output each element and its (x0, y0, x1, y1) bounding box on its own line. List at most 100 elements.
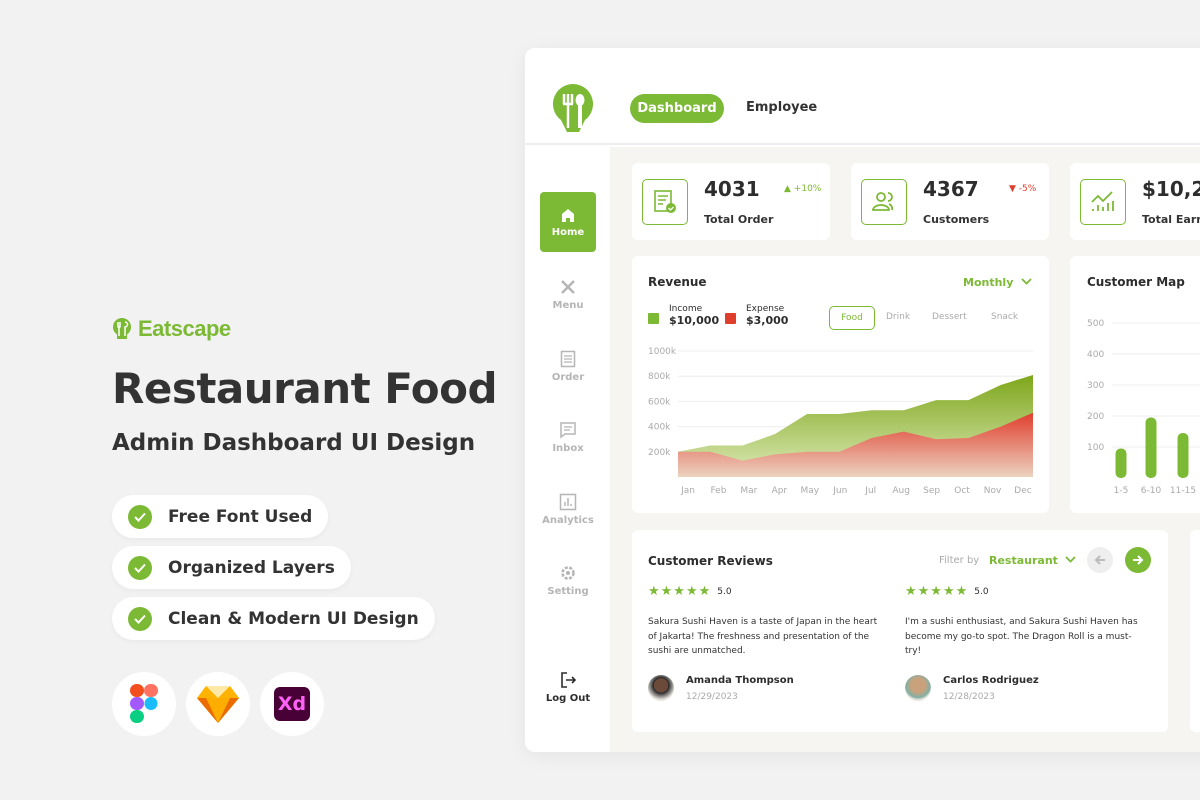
rating-value: 5.0 (717, 586, 732, 597)
filter-dessert[interactable]: Dessert (932, 312, 967, 322)
app-logo-icon (553, 84, 593, 138)
chevron-down-icon (1021, 278, 1033, 285)
tab-employee[interactable]: Employee (746, 100, 817, 115)
rating-stars: ★★★★★ (905, 584, 969, 599)
filter-value: Restaurant (989, 554, 1058, 567)
review-text: Sakura Sushi Haven is a taste of Japan i… (648, 617, 878, 656)
main-content: 4031 Total Order ▲ +10% 4367 Customers ▼… (610, 147, 1200, 752)
figma-icon (112, 672, 176, 736)
customer-reviews-card: Customer Reviews Filter by Restaurant ★★… (632, 530, 1168, 732)
legend-expense: Expense $3,000 (725, 304, 788, 327)
revenue-area-chart: 200k 400k 600k 800k 1000k Jan Feb Mar Apr May Jun J… (648, 347, 1033, 496)
check-icon (128, 504, 152, 529)
logo-icon (112, 318, 132, 339)
brand-logo: Eatscape (112, 316, 231, 342)
stat-label: Customers (923, 213, 990, 226)
x-tick-label: Mar (740, 486, 757, 496)
check-icon (128, 606, 152, 631)
sidebar-item-menu[interactable]: Menu (540, 264, 596, 324)
arrow-right-icon (1133, 555, 1144, 565)
trend-chart-icon (1080, 179, 1126, 225)
revenue-card: 200k 400k 600k 800k 1000k Jan Feb Mar Apr May Jun J… (632, 256, 1049, 513)
chevron-down-icon (1065, 556, 1076, 563)
bar (1145, 417, 1157, 478)
gear-icon (561, 565, 575, 580)
receipt-check-icon (642, 179, 688, 225)
x-tick-label: Jun (832, 486, 847, 496)
sidebar-item-setting[interactable]: Setting (540, 550, 596, 610)
customer-map-title: Customer Map (1087, 275, 1185, 289)
feature-pill: Organized Layers (112, 546, 351, 589)
y-tick-label: 1000k (648, 347, 677, 357)
stat-value: 4031 (704, 177, 760, 201)
reviews-title: Customer Reviews (648, 554, 773, 568)
sidebar-item-home[interactable]: Home (540, 192, 596, 252)
logout-button[interactable]: Log Out (540, 657, 596, 717)
x-tick-label: Aug (892, 486, 910, 496)
xd-label: Xd (274, 687, 310, 721)
period-value: Monthly (963, 276, 1014, 289)
x-tick-label: 1-5 (1114, 486, 1129, 496)
hero-subtitle: Admin Dashboard UI Design (112, 430, 476, 456)
prev-button[interactable] (1087, 547, 1113, 573)
legend-value: $10,000 (669, 314, 720, 327)
hero-title: Restaurant Food (112, 364, 498, 413)
brand-name: Eatscape (138, 316, 231, 341)
avatar (648, 674, 674, 701)
sidebar-item-label: Menu (552, 299, 584, 311)
review-item: ★★★★★ 5.0 Sakura Sushi Haven is a taste o… (648, 584, 888, 702)
feature-pill: Clean & Modern UI Design (112, 597, 435, 640)
review-date: 12/29/2023 (686, 691, 738, 702)
sidebar-item-label: Setting (547, 585, 589, 597)
y-tick-label: 100 (1087, 443, 1104, 453)
sidebar-item-label: Analytics (542, 514, 594, 526)
reviewer-name: Carlos Rodriguez (943, 674, 1039, 686)
review-item: ★★★★★ 5.0 I'm a sushi enthusiast, and Sak… (905, 584, 1145, 702)
next-button[interactable] (1125, 547, 1151, 573)
sidebar-item-label: Order (551, 371, 585, 383)
sketch-icon (186, 672, 250, 736)
feature-label: Organized Layers (168, 557, 335, 578)
bar (1177, 433, 1189, 478)
y-tick-label: 300 (1087, 381, 1104, 391)
tab-dashboard[interactable]: Dashboard (630, 94, 724, 123)
stat-label: Total Order (704, 213, 774, 226)
sidebar-item-label: Inbox (552, 442, 584, 454)
stat-card-customers: 4367 Customers ▼ -5% (851, 163, 1049, 240)
legend-swatch (725, 313, 736, 324)
filter-dropdown[interactable]: Restaurant (989, 554, 1076, 567)
feature-label: Clean & Modern UI Design (168, 608, 419, 629)
utensils-icon (561, 279, 575, 294)
filter-snack[interactable]: Snack (991, 312, 1018, 322)
x-tick-label: Feb (710, 486, 726, 496)
chart-icon (559, 493, 577, 510)
x-tick-label: May (801, 486, 820, 496)
sidebar-item-order[interactable]: Order (540, 336, 596, 396)
message-icon (560, 421, 576, 438)
arrow-left-icon (1094, 555, 1105, 565)
period-dropdown[interactable]: Monthly (963, 276, 1033, 289)
stat-change: ▲ +10% (784, 184, 822, 194)
top-header: Dashboard Employee (525, 48, 1200, 145)
stat-change-value: -5% (1018, 184, 1037, 194)
check-icon (128, 555, 152, 580)
feature-label: Free Font Used (168, 506, 313, 527)
filter-drink[interactable]: Drink (886, 312, 910, 322)
rating-value: 5.0 (974, 586, 989, 597)
y-tick-label: 200k (648, 448, 671, 458)
filter-food[interactable]: Food (829, 306, 875, 330)
sidebar-item-analytics[interactable]: Analytics (540, 479, 596, 539)
xd-icon: Xd (260, 672, 324, 736)
legend-swatch (648, 313, 659, 324)
review-date: 12/28/2023 (943, 691, 995, 702)
stat-value: $10,2 (1142, 177, 1200, 201)
filter-label: Filter by (939, 555, 980, 566)
x-tick-label: 6-10 (1141, 486, 1162, 496)
reviewer-name: Amanda Thompson (686, 674, 794, 686)
dashboard-window: Dashboard Employee Home Menu Order Inbox… (525, 48, 1200, 752)
sidebar-item-inbox[interactable]: Inbox (540, 407, 596, 467)
y-tick-label: 600k (648, 397, 671, 407)
stat-label: Total Earni (1142, 213, 1200, 226)
stat-card-total-earning: $10,2 Total Earni (1070, 163, 1200, 240)
x-tick-label: Dec (1014, 486, 1031, 496)
